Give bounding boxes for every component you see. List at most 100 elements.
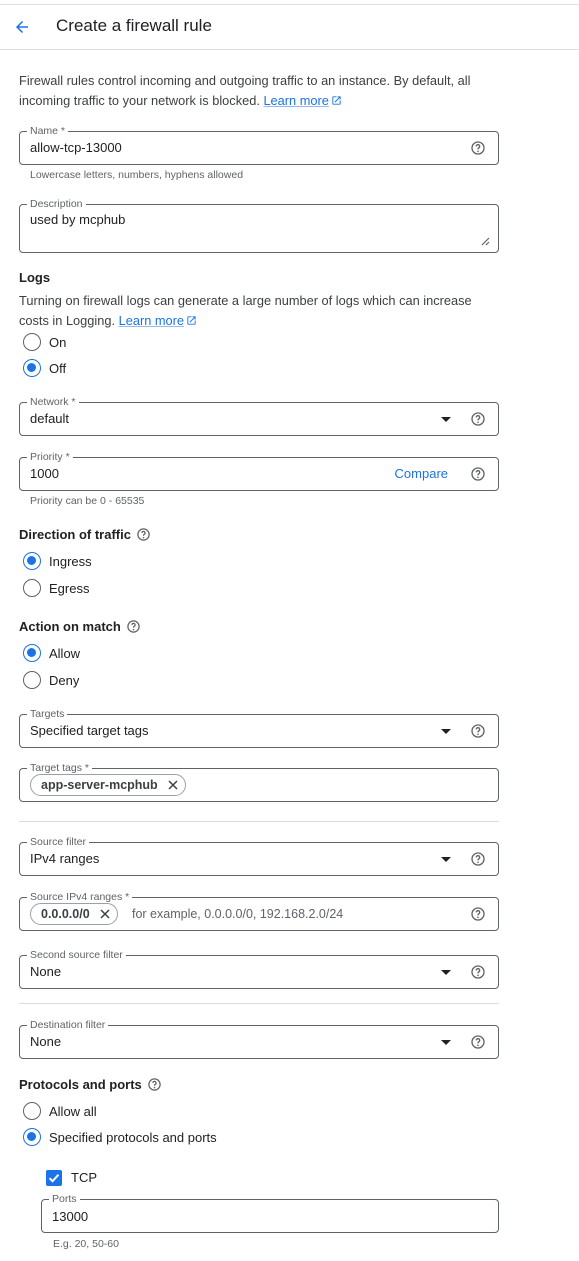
tcp-checkbox[interactable] [46, 1170, 62, 1186]
allow-radio[interactable]: Allow [23, 643, 80, 663]
radio-label: Deny [49, 672, 80, 688]
check-icon [48, 1174, 60, 1183]
help-icon[interactable] [147, 1077, 162, 1092]
source-filter-label: Source filter [27, 835, 90, 849]
destination-value: None [30, 1034, 62, 1049]
help-icon[interactable] [470, 1034, 486, 1050]
help-icon[interactable] [470, 964, 486, 980]
radio-button[interactable] [23, 333, 41, 351]
divider [19, 821, 499, 822]
radio-label: Allow [49, 645, 81, 661]
description-field[interactable]: Description used by mcphub [19, 197, 499, 253]
radio-label: Off [49, 360, 67, 376]
radio-button-selected[interactable] [23, 1128, 41, 1146]
source-filter-select[interactable]: Source filter IPv4 ranges [19, 835, 499, 876]
specified-protocols-radio[interactable]: Specified protocols and ports [23, 1127, 217, 1147]
ingress-radio[interactable]: Ingress [23, 551, 92, 571]
tcp-label: TCP [71, 1170, 97, 1185]
external-link-icon [332, 95, 341, 105]
protocols-title: Protocols and ports [19, 1077, 162, 1092]
radio-button[interactable] [23, 1102, 41, 1120]
arrow-back-icon [16, 21, 28, 33]
ports-label: Ports [49, 1192, 80, 1206]
page-header: Create a firewall rule [0, 4, 579, 50]
direction-title: Direction of traffic [19, 527, 151, 542]
range-chip-label: 0.0.0.0/0 [41, 907, 90, 921]
source-ranges-placeholder[interactable]: for example, 0.0.0.0/0, 192.168.2.0/24 [132, 907, 343, 921]
dropdown-arrow-icon[interactable] [441, 1040, 451, 1045]
targets-label: Targets [27, 707, 68, 721]
destination-filter-select[interactable]: Destination filter None [19, 1018, 499, 1059]
help-icon[interactable] [470, 140, 486, 156]
range-chip: 0.0.0.0/0 [30, 903, 118, 925]
priority-label: Priority * [27, 450, 73, 464]
help-icon[interactable] [470, 411, 486, 427]
radio-button-selected[interactable] [23, 644, 41, 662]
allow-all-radio[interactable]: Allow all [23, 1101, 97, 1121]
learn-more-link[interactable]: Learn more [263, 93, 328, 108]
protocols-title-text: Protocols and ports [19, 1077, 142, 1092]
targets-value: Specified target tags [30, 723, 149, 738]
help-icon[interactable] [470, 851, 486, 867]
name-hint: Lowercase letters, numbers, hyphens allo… [30, 169, 244, 181]
close-icon[interactable] [99, 908, 111, 920]
network-value: default [30, 411, 70, 426]
page-title: Create a firewall rule [56, 16, 212, 35]
help-icon[interactable] [470, 466, 486, 482]
help-icon[interactable] [470, 723, 486, 739]
description-value[interactable]: used by mcphub [30, 212, 125, 227]
action-title-text: Action on match [19, 619, 121, 634]
compare-button[interactable]: Compare [395, 466, 448, 481]
ports-value[interactable]: 13000 [52, 1209, 88, 1224]
logs-description: Turning on firewall logs can generate a … [19, 293, 472, 328]
help-icon[interactable] [126, 619, 141, 634]
radio-label: Allow all [49, 1103, 97, 1119]
logs-on-radio[interactable]: On [23, 332, 66, 352]
source-ranges-label: Source IPv4 ranges * [27, 890, 133, 904]
divider [19, 1003, 499, 1004]
dropdown-arrow-icon[interactable] [441, 417, 451, 422]
ports-hint: E.g. 20, 50-60 [53, 1238, 119, 1250]
radio-label: Ingress [49, 553, 92, 569]
logs-title: Logs [19, 270, 51, 285]
logs-text: Turning on firewall logs can generate a … [19, 291, 499, 330]
deny-radio[interactable]: Deny [23, 670, 79, 690]
network-label: Network * [27, 395, 79, 409]
radio-label: Specified protocols and ports [49, 1129, 217, 1145]
dropdown-arrow-icon[interactable] [441, 729, 451, 734]
external-link-icon [187, 315, 196, 325]
dropdown-arrow-icon[interactable] [441, 857, 451, 862]
intro-text: Firewall rules control incoming and outg… [19, 71, 499, 110]
dropdown-arrow-icon[interactable] [441, 970, 451, 975]
targets-select[interactable]: Targets Specified target tags [19, 707, 499, 748]
back-button[interactable] [10, 15, 34, 39]
priority-field[interactable]: Priority * 1000 Compare [19, 450, 499, 491]
second-source-filter-select[interactable]: Second source filter None [19, 948, 499, 989]
radio-button-selected[interactable] [23, 552, 41, 570]
help-icon[interactable] [136, 527, 151, 542]
intro-description: Firewall rules control incoming and outg… [19, 73, 471, 108]
radio-button[interactable] [23, 671, 41, 689]
tag-chip-label: app-server-mcphub [41, 778, 158, 792]
second-source-value: None [30, 964, 62, 979]
logs-learn-more-link[interactable]: Learn more [119, 313, 184, 328]
radio-label: On [49, 334, 67, 350]
help-icon[interactable] [470, 906, 486, 922]
description-label: Description [27, 197, 86, 211]
egress-radio[interactable]: Egress [23, 578, 89, 598]
logs-off-radio[interactable]: Off [23, 358, 66, 378]
name-field[interactable]: Name * allow-tcp-13000 [19, 124, 499, 165]
ports-field[interactable]: Ports 13000 [41, 1192, 499, 1233]
network-select[interactable]: Network * default [19, 395, 499, 436]
close-icon[interactable] [167, 779, 179, 791]
priority-value[interactable]: 1000 [30, 466, 59, 481]
action-title: Action on match [19, 619, 141, 634]
name-value[interactable]: allow-tcp-13000 [30, 140, 122, 155]
destination-label: Destination filter [27, 1018, 109, 1032]
source-ipv4-ranges-field[interactable]: Source IPv4 ranges * 0.0.0.0/0 for examp… [19, 890, 499, 931]
target-tags-field[interactable]: Target tags * app-server-mcphub [19, 761, 499, 802]
resize-handle-icon[interactable] [480, 236, 490, 246]
radio-button[interactable] [23, 579, 41, 597]
radio-button-selected[interactable] [23, 359, 41, 377]
tag-chip: app-server-mcphub [30, 774, 186, 796]
